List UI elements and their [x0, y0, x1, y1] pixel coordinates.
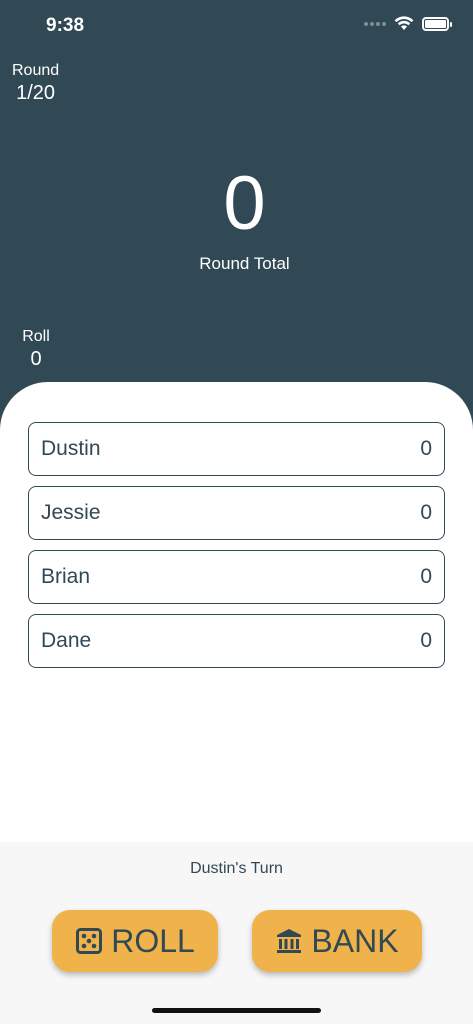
battery-icon	[422, 16, 452, 31]
player-row-dustin[interactable]: Dustin 0	[28, 422, 445, 476]
bank-button-label: BANK	[311, 922, 399, 959]
round-total-value: 0	[223, 161, 266, 246]
player-score: 0	[420, 565, 432, 588]
status-icons	[364, 16, 452, 31]
player-row-dane[interactable]: Dane 0	[28, 614, 445, 668]
player-name: Dustin	[41, 437, 101, 460]
players-sheet: Dustin 0 Jessie 0 Brian 0 Dane 0	[0, 382, 473, 852]
status-bar: 9:38	[0, 0, 473, 52]
player-name: Dane	[41, 629, 92, 652]
player-score: 0	[420, 629, 432, 652]
roll-label: Roll	[22, 328, 50, 345]
turn-indicator: Dustin's Turn	[190, 860, 283, 877]
roll-button[interactable]: ROLL	[52, 910, 218, 972]
round-total: 0 Round Total	[0, 166, 473, 274]
header-panel: 9:38 Round 1/20 0 Round Total Roll 0	[0, 0, 473, 430]
player-name: Brian	[41, 565, 91, 588]
round-value: 1/20	[16, 82, 56, 104]
player-score: 0	[420, 501, 432, 524]
status-time: 9:38	[46, 15, 85, 36]
home-indicator	[152, 1008, 321, 1013]
action-bar: Dustin's Turn ROLL BANK	[0, 842, 473, 1024]
roll-button-label: ROLL	[111, 922, 195, 959]
bank-button[interactable]: BANK	[252, 910, 422, 972]
player-list: Dustin 0 Jessie 0 Brian 0 Dane 0	[28, 422, 445, 678]
player-row-brian[interactable]: Brian 0	[28, 550, 445, 604]
player-name: Jessie	[41, 501, 101, 524]
bank-icon	[277, 929, 302, 953]
round-indicator: Round 1/20	[12, 62, 59, 105]
roll-value: 0	[30, 348, 42, 370]
player-row-jessie[interactable]: Jessie 0	[28, 486, 445, 540]
wifi-icon	[394, 16, 414, 30]
app-screen: 9:38 Round 1/20 0 Round Total Roll 0 Dus…	[0, 0, 473, 1024]
round-total-label: Round Total	[199, 254, 290, 273]
round-label: Round	[12, 62, 60, 79]
dice-icon	[76, 928, 103, 954]
cellular-signal-icon	[364, 21, 386, 26]
player-score: 0	[420, 437, 432, 460]
roll-indicator: Roll 0	[20, 328, 52, 371]
